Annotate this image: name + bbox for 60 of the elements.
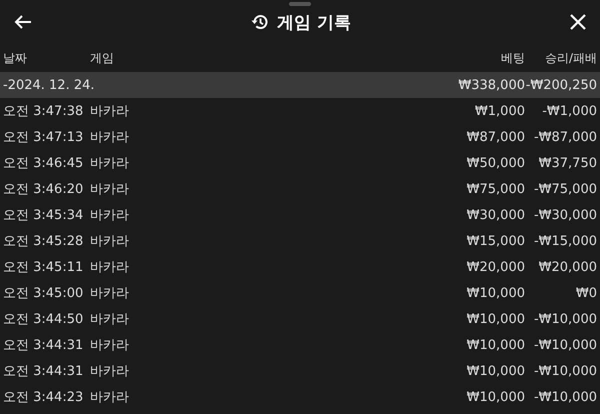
column-header: 게임 xyxy=(90,50,115,66)
result-cell-text: -₩87,000 xyxy=(532,130,597,144)
game-cell-text: 바카라 xyxy=(90,259,130,276)
column-header: 날짜 xyxy=(3,50,28,66)
result-cell-text: ₩37,750 xyxy=(538,156,597,170)
group-result-total: -₩200,250 xyxy=(525,78,597,92)
bet-cell-text: ₩1,000 xyxy=(474,104,525,118)
game-cell-text: 바카라 xyxy=(90,389,130,406)
back-icon[interactable] xyxy=(14,14,32,30)
time-cell-text: 오전 3:44:50 xyxy=(3,311,84,328)
group-bet-total: ₩338,000 xyxy=(457,78,525,92)
game-cell-text: 바카라 xyxy=(90,233,130,250)
result-cell-text: ₩20,000 xyxy=(538,260,597,274)
bet-cell-text: ₩87,000 xyxy=(466,130,525,144)
game-cell-text: 바카라 xyxy=(90,181,130,198)
history-icon xyxy=(251,13,270,31)
time-cell-text: 오전 3:45:11 xyxy=(3,259,84,276)
game-cell-text: 바카라 xyxy=(90,337,130,354)
game-cell-text: 바카라 xyxy=(90,155,130,172)
result-cell-text: -₩10,000 xyxy=(532,390,597,404)
result-cell-text: -₩10,000 xyxy=(532,312,597,326)
time-cell-text: 오전 3:47:13 xyxy=(3,129,84,146)
game-cell-text: 바카라 xyxy=(90,103,130,120)
result-cell-text: -₩75,000 xyxy=(532,182,597,196)
time-cell-text: 오전 3:45:00 xyxy=(3,285,84,302)
window-title: 게임 기록 xyxy=(277,12,351,34)
time-cell-text: 오전 3:46:45 xyxy=(3,155,84,172)
bet-cell-text: ₩75,000 xyxy=(466,182,525,196)
result-cell-text: -₩10,000 xyxy=(532,364,597,378)
game-cell-text: 바카라 xyxy=(90,285,130,302)
time-cell-text: 오전 3:44:31 xyxy=(3,337,84,354)
game-cell-text: 바카라 xyxy=(90,311,130,328)
time-cell-text: 오전 3:44:31 xyxy=(3,363,84,380)
time-cell-text: 오전 3:45:28 xyxy=(3,233,84,250)
column-header: 승리/패배 xyxy=(544,50,597,66)
date-group-row[interactable]: -2024. 12. 24. ₩338,000-₩200,250 xyxy=(0,72,600,98)
bet-cell-text: ₩10,000 xyxy=(466,338,525,352)
result-cell-text: -₩15,000 xyxy=(532,234,597,248)
result-cell-text: -₩1,000 xyxy=(541,104,597,118)
result-cell-text: ₩0 xyxy=(574,286,597,300)
bet-cell-text: ₩30,000 xyxy=(466,208,525,222)
game-cell-text: 바카라 xyxy=(90,207,130,224)
bet-cell-text: ₩50,000 xyxy=(466,156,525,170)
bet-cell-text: ₩10,000 xyxy=(466,364,525,378)
drag-handle[interactable] xyxy=(289,2,311,6)
time-cell-text: 오전 3:46:20 xyxy=(3,181,84,198)
time-cell-text: 오전 3:47:38 xyxy=(3,103,84,120)
game-cell-text: 바카라 xyxy=(90,363,130,380)
bet-cell-text: ₩15,000 xyxy=(466,234,525,248)
time-cell-text: 오전 3:44:23 xyxy=(3,389,84,406)
time-cell-text: 오전 3:45:34 xyxy=(3,207,84,224)
result-cell-text: -₩30,000 xyxy=(532,208,597,222)
bet-cell-text: ₩10,000 xyxy=(466,390,525,404)
close-icon[interactable] xyxy=(570,14,586,30)
bet-cell-text: ₩10,000 xyxy=(466,286,525,300)
bet-cell-text: ₩10,000 xyxy=(466,312,525,326)
column-header: 베팅 xyxy=(500,50,525,66)
result-cell-text: -₩10,000 xyxy=(532,338,597,352)
bet-cell-text: ₩20,000 xyxy=(466,260,525,274)
game-cell-text: 바카라 xyxy=(90,129,130,146)
